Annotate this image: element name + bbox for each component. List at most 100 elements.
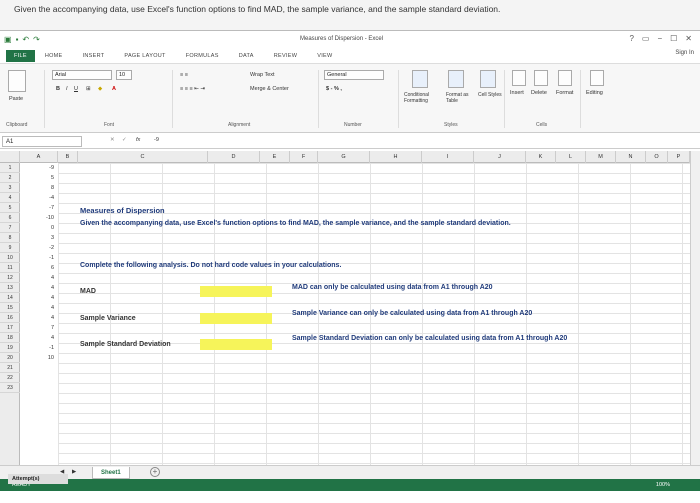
- tab-file[interactable]: FILE: [6, 50, 35, 62]
- col-header[interactable]: M: [586, 151, 616, 163]
- cell-a-value[interactable]: 4: [20, 273, 58, 283]
- ribbon-display-button[interactable]: ▭: [642, 34, 650, 43]
- cell-a-value[interactable]: 4: [20, 293, 58, 303]
- row-header[interactable]: 17: [0, 323, 20, 333]
- cell-a-value[interactable]: 3: [20, 233, 58, 243]
- cell-a-value[interactable]: -1: [20, 343, 58, 353]
- row-header[interactable]: 22: [0, 373, 20, 383]
- font-size-select[interactable]: 10: [116, 70, 132, 80]
- col-header[interactable]: J: [474, 151, 526, 163]
- col-header[interactable]: F: [290, 151, 318, 163]
- font-color-icon[interactable]: A: [112, 86, 116, 92]
- cancel-entry-icon[interactable]: ✕: [110, 137, 115, 143]
- row-header[interactable]: 9: [0, 243, 20, 253]
- cell-styles-icon[interactable]: [480, 70, 496, 88]
- cell-a-value[interactable]: -7: [20, 203, 58, 213]
- row-header[interactable]: 21: [0, 363, 20, 373]
- row-header[interactable]: 3: [0, 183, 20, 193]
- tab-page-layout[interactable]: PAGE LAYOUT: [114, 53, 175, 59]
- col-header[interactable]: P: [668, 151, 690, 163]
- row-header[interactable]: 16: [0, 313, 20, 323]
- cell-a-value[interactable]: 10: [20, 353, 58, 363]
- row-header[interactable]: 6: [0, 213, 20, 223]
- format-cells-icon[interactable]: [558, 70, 572, 86]
- row-header[interactable]: 11: [0, 263, 20, 273]
- row-header[interactable]: 4: [0, 193, 20, 203]
- sign-in-link[interactable]: Sign In: [675, 50, 694, 56]
- col-header[interactable]: G: [318, 151, 370, 163]
- cell-a-value[interactable]: 4: [20, 313, 58, 323]
- underline-button[interactable]: U: [74, 86, 78, 92]
- fill-color-icon[interactable]: ◆: [98, 86, 102, 92]
- merge-center-button[interactable]: Merge & Center: [250, 86, 289, 92]
- delete-cells-icon[interactable]: [534, 70, 548, 86]
- col-header[interactable]: E: [260, 151, 290, 163]
- spreadsheet-grid[interactable]: A B C D E F G H I J K L M N O P 12345678…: [0, 151, 690, 465]
- col-header[interactable]: A: [20, 151, 58, 163]
- tab-view[interactable]: VIEW: [307, 53, 342, 59]
- cell-a-value[interactable]: -10: [20, 213, 58, 223]
- mad-input-cell[interactable]: [200, 286, 272, 297]
- align-top-icon[interactable]: ≡ ≡: [180, 72, 188, 78]
- row-header[interactable]: 13: [0, 283, 20, 293]
- format-as-table-button[interactable]: Format as Table: [446, 92, 476, 104]
- cell-a-value[interactable]: 4: [20, 333, 58, 343]
- row-header[interactable]: 1: [0, 163, 20, 173]
- editing-button[interactable]: Editing: [586, 90, 603, 96]
- zoom-level[interactable]: 100%: [656, 482, 670, 488]
- tab-data[interactable]: DATA: [229, 53, 264, 59]
- tab-review[interactable]: REVIEW: [264, 53, 308, 59]
- next-sheet-icon[interactable]: ▶: [72, 469, 76, 475]
- cell-a-value[interactable]: [20, 373, 58, 383]
- font-name-select[interactable]: Arial: [52, 70, 112, 80]
- minimize-button[interactable]: −: [657, 34, 662, 43]
- maximize-button[interactable]: ☐: [670, 34, 677, 43]
- borders-icon[interactable]: ⊞: [86, 86, 91, 92]
- cell-a-value[interactable]: -1: [20, 253, 58, 263]
- conditional-formatting-button[interactable]: Conditional Formatting: [404, 92, 444, 104]
- help-button[interactable]: ?: [629, 34, 633, 43]
- editing-icon[interactable]: [590, 70, 604, 86]
- add-sheet-icon[interactable]: +: [150, 467, 160, 477]
- confirm-entry-icon[interactable]: ✓: [122, 137, 127, 143]
- currency-buttons[interactable]: $ - % ,: [326, 86, 342, 92]
- delete-button[interactable]: Delete: [531, 90, 547, 96]
- row-header[interactable]: 10: [0, 253, 20, 263]
- row-header[interactable]: 14: [0, 293, 20, 303]
- cell-a-value[interactable]: 8: [20, 183, 58, 193]
- col-header[interactable]: L: [556, 151, 586, 163]
- sheet-tab-sheet1[interactable]: Sheet1: [92, 467, 130, 479]
- col-header[interactable]: H: [370, 151, 422, 163]
- cell-a-value[interactable]: -4: [20, 193, 58, 203]
- select-all-corner[interactable]: [0, 151, 20, 163]
- cell-a-value[interactable]: 0: [20, 223, 58, 233]
- col-header[interactable]: I: [422, 151, 474, 163]
- row-header[interactable]: 5: [0, 203, 20, 213]
- align-left-icon[interactable]: ≡ ≡ ≡ ⇤ ⇥: [180, 86, 205, 92]
- col-header[interactable]: C: [78, 151, 208, 163]
- cell-a-value[interactable]: -2: [20, 243, 58, 253]
- bold-button[interactable]: B: [56, 86, 60, 92]
- wrap-text-button[interactable]: Wrap Text: [250, 72, 275, 78]
- cell-styles-button[interactable]: Cell Styles: [478, 92, 502, 98]
- undo-icon[interactable]: ↶: [22, 35, 29, 44]
- format-button[interactable]: Format: [556, 90, 573, 96]
- cell-a-value[interactable]: [20, 363, 58, 373]
- row-header[interactable]: 2: [0, 173, 20, 183]
- row-header[interactable]: 15: [0, 303, 20, 313]
- italic-button[interactable]: I: [66, 86, 68, 92]
- name-box[interactable]: A1: [2, 136, 82, 147]
- row-header[interactable]: 19: [0, 343, 20, 353]
- insert-button[interactable]: Insert: [510, 90, 524, 96]
- cell-a-value[interactable]: 4: [20, 283, 58, 293]
- tab-formulas[interactable]: FORMULAS: [176, 53, 229, 59]
- cell-a-value[interactable]: 6: [20, 263, 58, 273]
- col-header[interactable]: D: [208, 151, 260, 163]
- cell-a-value[interactable]: -9: [20, 163, 58, 173]
- row-header[interactable]: 18: [0, 333, 20, 343]
- col-header[interactable]: O: [646, 151, 668, 163]
- conditional-formatting-icon[interactable]: [412, 70, 428, 88]
- row-header[interactable]: 20: [0, 353, 20, 363]
- tab-home[interactable]: HOME: [35, 53, 73, 59]
- save-icon[interactable]: ▪: [16, 35, 19, 44]
